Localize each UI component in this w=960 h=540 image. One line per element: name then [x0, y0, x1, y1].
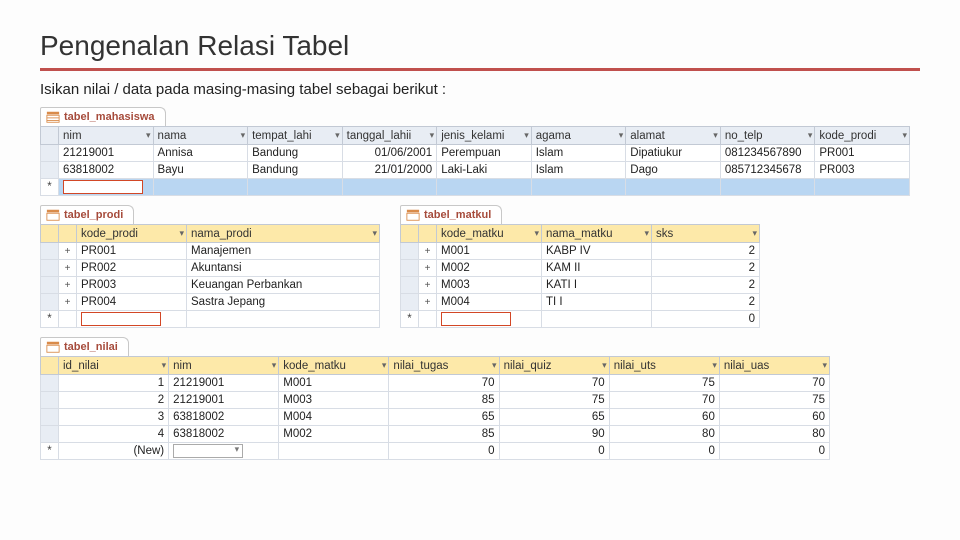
tab-nilai[interactable]: tabel_nilai	[40, 337, 129, 356]
tab-mahasiswa[interactable]: tabel_mahasiswa	[40, 107, 166, 126]
col-kode-matku[interactable]: kode_matku▾	[279, 357, 389, 375]
col-id-nilai[interactable]: id_nilai▾	[59, 357, 169, 375]
col-telp[interactable]: no_telp▾	[720, 127, 815, 145]
table-row[interactable]: 463818002M00285908080	[41, 426, 830, 443]
chevron-down-icon[interactable]: ▾	[146, 130, 151, 141]
col-uas[interactable]: nilai_uas▾	[719, 357, 829, 375]
col-nama[interactable]: nama▾	[153, 127, 248, 145]
tab-label: tabel_mahasiswa	[64, 111, 155, 123]
table-row[interactable]: +M001KABP IV2	[401, 243, 760, 260]
table-row[interactable]: +PR004Sastra Jepang	[41, 294, 380, 311]
new-row[interactable]	[41, 179, 910, 196]
col-kode-prodi[interactable]: kode_prodi▾	[77, 225, 187, 243]
input-highlight[interactable]	[63, 180, 143, 194]
table-row[interactable]: 121219001M00170707570	[41, 375, 830, 392]
page-title: Pengenalan Relasi Tabel	[40, 30, 920, 62]
table-mahasiswa: tabel_mahasiswa nim▾ nama▾ tempat_lahi▾ …	[40, 106, 920, 196]
table-row[interactable]: +M004TI I2	[401, 294, 760, 311]
expand-icon[interactable]: +	[59, 243, 77, 260]
col-tempat[interactable]: tempat_lahi▾	[248, 127, 343, 145]
row-selector-header[interactable]	[41, 127, 59, 145]
new-row[interactable]	[41, 311, 380, 328]
table-prodi: tabel_prodi kode_prodi▾ nama_prodi▾ +PR0…	[40, 204, 380, 328]
col-alamat[interactable]: alamat▾	[626, 127, 721, 145]
title-rule	[40, 68, 920, 71]
input-highlight[interactable]	[81, 312, 161, 326]
col-agama[interactable]: agama▾	[531, 127, 626, 145]
table-row[interactable]: +PR003Keuangan Perbankan	[41, 277, 380, 294]
table-row[interactable]: +M002KAM II2	[401, 260, 760, 277]
col-nama-prodi[interactable]: nama_prodi▾	[187, 225, 380, 243]
col-tugas[interactable]: nilai_tugas▾	[389, 357, 499, 375]
col-kode-matkul[interactable]: kode_matku▾	[437, 225, 542, 243]
tab-matkul[interactable]: tabel_matkul	[400, 205, 502, 224]
col-tanggal[interactable]: tanggal_lahii▾	[342, 127, 437, 145]
col-uts[interactable]: nilai_uts▾	[609, 357, 719, 375]
table-row[interactable]: +PR001Manajemen	[41, 243, 380, 260]
header-row: nim▾ nama▾ tempat_lahi▾ tanggal_lahii▾ j…	[41, 127, 910, 145]
table-row[interactable]: 221219001M00385757075	[41, 392, 830, 409]
col-nim[interactable]: nim▾	[59, 127, 154, 145]
table-icon	[46, 208, 60, 222]
table-row[interactable]: 21219001 Annisa Bandung 01/06/2001 Perem…	[41, 145, 910, 162]
table-row[interactable]: +PR002Akuntansi	[41, 260, 380, 277]
table-icon	[406, 208, 420, 222]
new-row[interactable]: 0	[401, 311, 760, 328]
table-row[interactable]: 363818002M00465656060	[41, 409, 830, 426]
col-jk[interactable]: jenis_kelami▾	[437, 127, 532, 145]
table-icon	[46, 110, 60, 124]
new-row[interactable]: (New)0000	[41, 443, 830, 460]
table-row[interactable]: +M003KATI I2	[401, 277, 760, 294]
tab-prodi[interactable]: tabel_prodi	[40, 205, 134, 224]
table-nilai: tabel_nilai id_nilai▾ nim▾ kode_matku▾ n…	[40, 336, 920, 460]
col-sks[interactable]: sks▾	[652, 225, 760, 243]
col-nim[interactable]: nim▾	[169, 357, 279, 375]
page-subtitle: Isikan nilai / data pada masing-masing t…	[40, 81, 920, 98]
col-nama-matkul[interactable]: nama_matku▾	[542, 225, 652, 243]
col-quiz[interactable]: nilai_quiz▾	[499, 357, 609, 375]
table-icon	[46, 340, 60, 354]
table-matkul: tabel_matkul kode_matku▾ nama_matku▾ sks…	[400, 204, 760, 328]
col-kode-prodi[interactable]: kode_prodi▾	[815, 127, 910, 145]
input-highlight[interactable]	[441, 312, 511, 326]
table-row[interactable]: 63818002 Bayu Bandung 21/01/2000 Laki-La…	[41, 162, 910, 179]
nim-select[interactable]	[173, 444, 243, 458]
